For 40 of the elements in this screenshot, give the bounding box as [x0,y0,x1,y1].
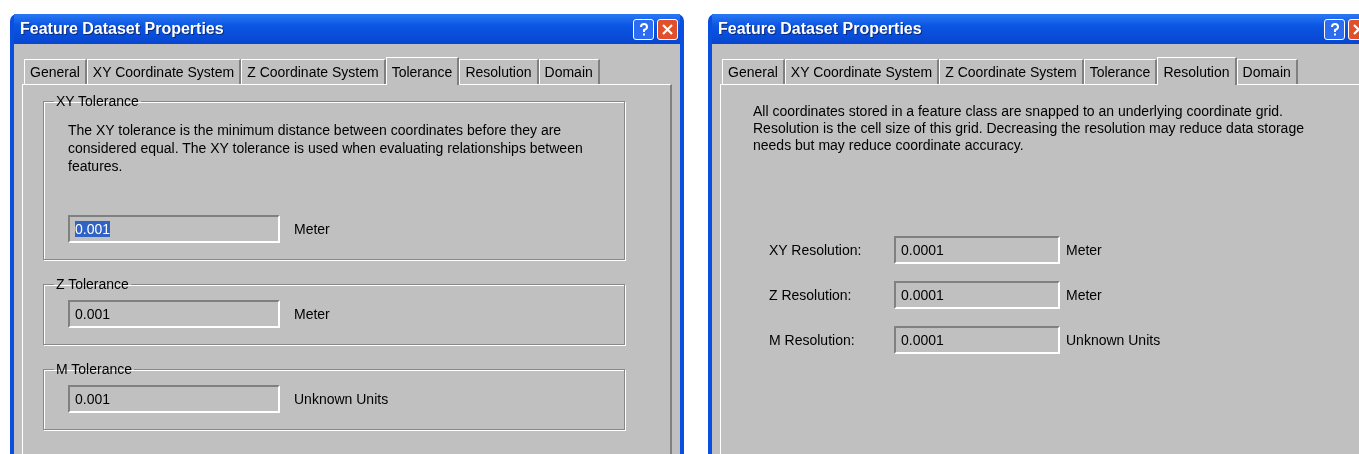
field-label: XY Resolution: [769,242,863,258]
window-title: Feature Dataset Properties [20,20,224,38]
field-label: M Resolution: [769,332,856,348]
question-mark-icon [1329,22,1340,36]
tab[interactable]: Resolution [1157,57,1237,85]
tab[interactable]: XY Coordinate System [784,59,940,84]
input-field[interactable]: 0.001 [68,215,280,243]
tab[interactable]: Tolerance [1083,59,1158,84]
input-field[interactable]: 0.001 [68,385,280,413]
input-field[interactable]: 0.0001 [894,236,1060,264]
description-text: The XY tolerance is the minimum distance between coordinates before they are considered equal. The XY tolerance is used when evaluating relationships between features. [68,121,584,175]
question-mark-icon [638,22,649,36]
tab[interactable]: Tolerance [385,57,460,85]
tab[interactable]: Domain [1236,59,1298,84]
group-title: Z Tolerance [55,276,130,292]
unit-label: Meter [1066,287,1102,303]
close-icon [662,23,673,35]
description-text: All coordinates stored in a feature class are snapped to an underlying coordinate grid. Resolution is the cell size of this grid. Decreasing the resolution may reduce data storage needs but may reduce coordinate accuracy. [753,103,1305,154]
field-label: Z Resolution: [769,287,853,303]
help-button[interactable] [1324,18,1345,40]
group-title: M Tolerance [55,361,133,377]
unit-label: Meter [294,306,330,322]
group-title: XY Tolerance [55,93,140,109]
window-title: Feature Dataset Properties [718,20,922,38]
tab[interactable]: General [722,59,785,84]
unit-label: Unknown Units [294,391,389,407]
unit-label: Unknown Units [1066,332,1161,348]
tab[interactable]: Z Coordinate System [939,59,1084,84]
unit-label: Meter [1066,242,1102,258]
tab[interactable]: Resolution [459,59,539,84]
tab[interactable]: Z Coordinate System [241,59,386,84]
close-button[interactable] [657,18,678,40]
input-field[interactable]: 0.001 [68,300,280,328]
tab[interactable]: General [24,59,87,84]
input-field[interactable]: 0.0001 [894,326,1060,354]
tab[interactable]: XY Coordinate System [86,59,242,84]
unit-label: Meter [294,221,330,237]
tab[interactable]: Domain [538,59,600,84]
help-button[interactable] [633,18,654,40]
input-field[interactable]: 0.0001 [894,281,1060,309]
